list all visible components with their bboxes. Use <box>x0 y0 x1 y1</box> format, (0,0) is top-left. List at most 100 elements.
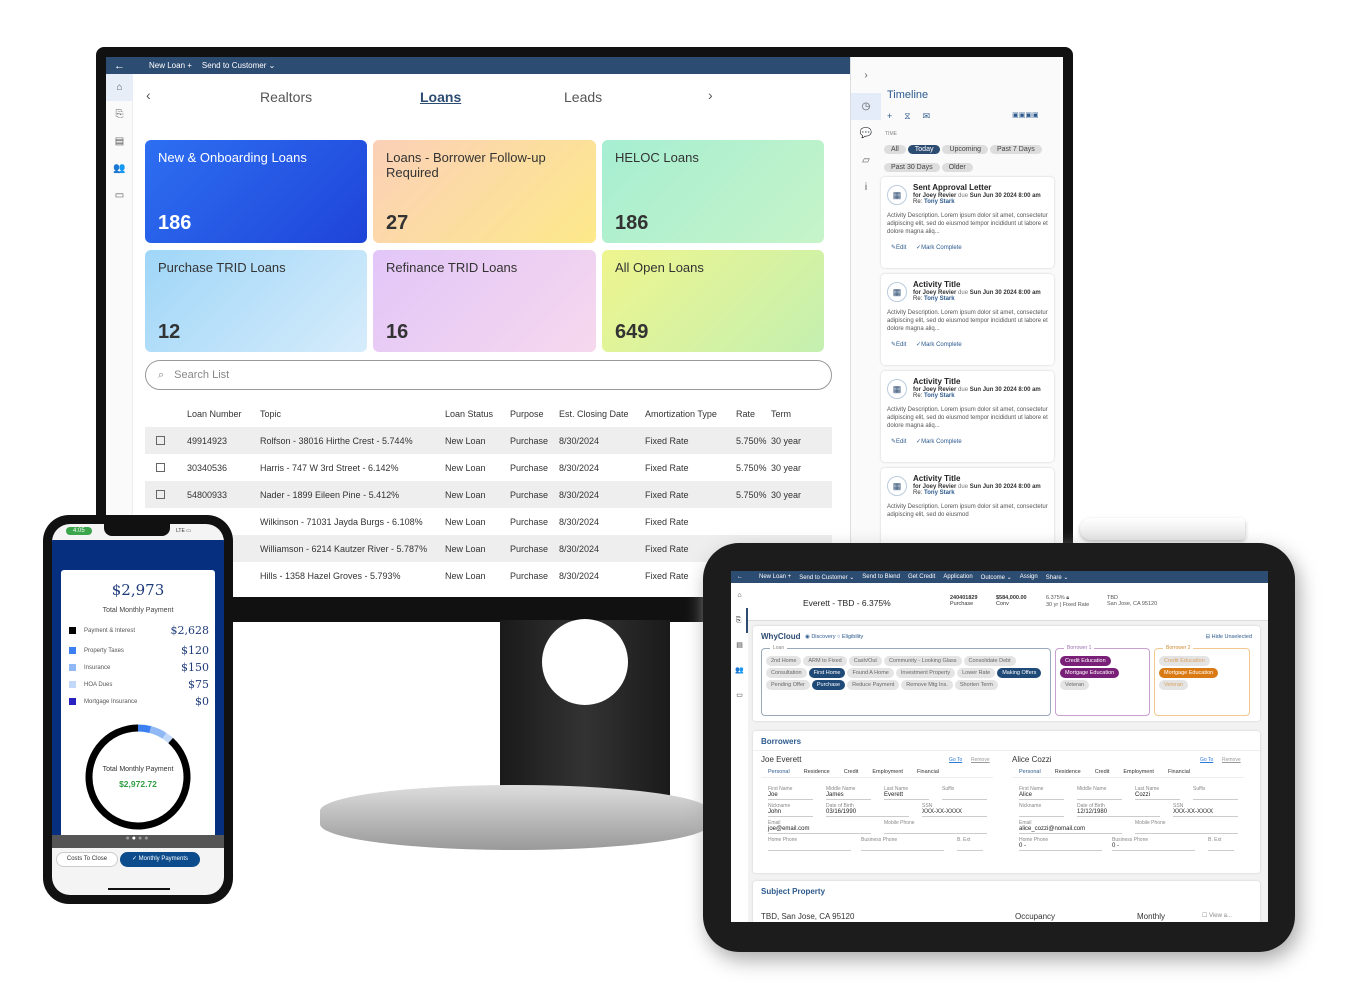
remove-link[interactable]: Remove <box>971 757 990 763</box>
hide-unselected-toggle[interactable]: ⊟ Hide Unselected <box>1206 634 1253 640</box>
why-tag[interactable]: Reduce Payment <box>847 680 900 690</box>
field-value[interactable] <box>1135 826 1238 834</box>
form-field[interactable]: Suffix <box>942 786 987 800</box>
form-field[interactable]: Email joe@email.com <box>768 820 871 834</box>
field-value[interactable] <box>884 826 987 834</box>
table-row[interactable]: 30340536 Harris - 747 W 3rd Street - 6.14… <box>145 454 832 481</box>
field-value[interactable] <box>1193 792 1238 800</box>
field-value[interactable]: Cozzi <box>1135 792 1180 800</box>
field-value[interactable]: 0 - <box>1019 843 1102 851</box>
remove-link[interactable]: Remove <box>1222 757 1241 763</box>
form-field[interactable]: First Name Alice <box>1019 786 1064 800</box>
form-field[interactable]: First Name Joe <box>768 786 813 800</box>
why-tag[interactable]: Mortgage Education <box>1159 668 1219 678</box>
field-value[interactable]: alice_cozzi@nomail.com <box>1019 826 1122 834</box>
toolbar-button[interactable]: Application <box>943 574 972 580</box>
why-tag[interactable]: Veteran <box>1060 680 1089 690</box>
mode-discovery[interactable]: Discovery <box>811 634 835 640</box>
loan-icon[interactable]: ⎘ <box>731 608 748 633</box>
form-field[interactable]: B. Ext <box>1208 837 1234 851</box>
row-checkbox[interactable] <box>156 490 165 499</box>
mode-radio[interactable]: ◉ Discovery ○ Eligibility <box>805 634 863 640</box>
field-value[interactable] <box>768 843 851 851</box>
card-icon[interactable]: ▭ <box>731 683 748 708</box>
mail-icon[interactable]: ✉ <box>923 111 931 122</box>
re-link[interactable]: Tony Stark <box>924 490 955 496</box>
clock-icon[interactable]: ◷ <box>851 93 881 120</box>
field-value[interactable] <box>1077 792 1122 800</box>
field-value[interactable] <box>942 792 987 800</box>
mark-complete-button[interactable]: ✓Mark Complete <box>916 439 962 445</box>
contact-card-icon[interactable]: ▤ <box>731 633 748 658</box>
tab-loans[interactable]: Loans <box>420 89 461 105</box>
go-to-link[interactable]: Go To <box>1200 757 1213 763</box>
column-header[interactable]: Rate <box>736 409 771 419</box>
why-tag[interactable]: Pending Offer <box>766 680 810 690</box>
toolbar-button[interactable]: New Loan + <box>759 574 791 580</box>
form-field[interactable]: Nickname John <box>768 803 813 817</box>
row-checkbox[interactable] <box>156 436 165 445</box>
why-tag[interactable]: Lower Rate <box>957 668 996 678</box>
chat-icon[interactable]: 💬 <box>851 120 881 147</box>
toolbar-button[interactable]: Assign <box>1020 574 1038 580</box>
home-icon[interactable]: ⌂ <box>731 583 748 608</box>
borrower-tab[interactable]: Employment <box>1123 769 1154 775</box>
re-link[interactable]: Tony Stark <box>924 393 955 399</box>
row-checkbox[interactable] <box>156 463 165 472</box>
borrower-tab[interactable]: Credit <box>844 769 859 775</box>
field-value[interactable]: Alice <box>1019 792 1064 800</box>
form-field[interactable]: Middle Name James <box>826 786 871 800</box>
mark-complete-button[interactable]: ✓Mark Complete <box>916 245 962 251</box>
field-value[interactable]: XXX-XX-XXXX <box>922 809 987 817</box>
form-field[interactable]: Business Phone <box>861 837 944 851</box>
timeline-item[interactable]: ▦ Activity Title for Joey Revier due Sun J… <box>881 274 1054 365</box>
field-value[interactable]: 12/12/1980 <box>1077 809 1160 817</box>
chevron-right-icon[interactable]: › <box>851 62 881 89</box>
re-link[interactable]: Tony Stark <box>924 296 955 302</box>
view-checkbox[interactable]: ☐ View a... <box>1202 912 1232 919</box>
why-tag[interactable]: Consultation <box>766 668 807 678</box>
form-field[interactable]: Last Name Everett <box>884 786 929 800</box>
form-field[interactable]: Date of Birth 03/16/1990 <box>826 803 909 817</box>
folder-icon[interactable]: ▱ <box>851 147 881 174</box>
re-link[interactable]: Tony Stark <box>924 199 955 205</box>
borrower-tab[interactable]: Residence <box>804 769 830 775</box>
card-follow-up[interactable]: Loans - Borrower Follow-up Required 27 <box>373 140 596 243</box>
time-filter-chip[interactable]: Upcoming <box>942 145 988 154</box>
timeline-item[interactable]: ▦ Activity Title for Joey Revier due Sun J… <box>881 371 1054 462</box>
tab-leads[interactable]: Leads <box>564 89 602 105</box>
chevron-left-icon[interactable]: ‹ <box>146 87 151 103</box>
card-purchase-trid[interactable]: Purchase TRID Loans 12 <box>145 250 367 352</box>
why-tag[interactable]: Making Offers <box>997 668 1042 678</box>
why-tag[interactable]: Veteran <box>1159 680 1188 690</box>
time-filter-chip[interactable]: All <box>884 145 906 154</box>
borrower-tab[interactable]: Financial <box>917 769 939 775</box>
borrower-tab[interactable]: Financial <box>1168 769 1190 775</box>
back-arrow-icon[interactable]: ← <box>114 60 125 72</box>
field-value[interactable]: Joe <box>768 792 813 800</box>
chevron-right-icon[interactable]: › <box>708 87 713 103</box>
form-field[interactable]: B. Ext <box>957 837 983 851</box>
why-tag[interactable]: Cash/Out <box>848 656 882 666</box>
table-row[interactable]: Wilkinson - 71031 Jayda Burgs - 6.108% Ne… <box>145 508 832 535</box>
time-filter-chip[interactable]: Older <box>941 163 973 172</box>
why-tag[interactable]: Purchase <box>811 680 846 690</box>
tab-realtors[interactable]: Realtors <box>260 89 312 105</box>
field-value[interactable] <box>861 843 944 851</box>
card-icon[interactable]: ▭ <box>106 182 133 209</box>
borrower-tab[interactable]: Personal <box>768 769 790 775</box>
field-value[interactable]: 03/16/1990 <box>826 809 909 817</box>
timeline-item[interactable]: ▦ Sent Approval Letter for Joey Revier due… <box>881 177 1054 268</box>
search-input[interactable]: ⌕ Search List <box>145 360 832 390</box>
why-tag[interactable]: Credit Education <box>1159 656 1210 666</box>
edit-button[interactable]: ✎Edit <box>891 245 906 251</box>
new-loan-button[interactable]: New Loan + <box>149 61 192 70</box>
field-value[interactable]: XXX-XX-XXXX <box>1173 809 1238 817</box>
form-field[interactable]: Date of Birth 12/12/1980 <box>1077 803 1160 817</box>
form-field[interactable]: SSN XXX-XX-XXXX <box>922 803 987 817</box>
people-icon[interactable]: 👥 <box>106 155 133 182</box>
page-dots[interactable]: ●●●● <box>52 835 224 848</box>
form-field[interactable]: Email alice_cozzi@nomail.com <box>1019 820 1122 834</box>
back-arrow-icon[interactable]: ← <box>737 574 743 580</box>
time-filter-chip[interactable]: Past 7 Days <box>989 145 1042 154</box>
